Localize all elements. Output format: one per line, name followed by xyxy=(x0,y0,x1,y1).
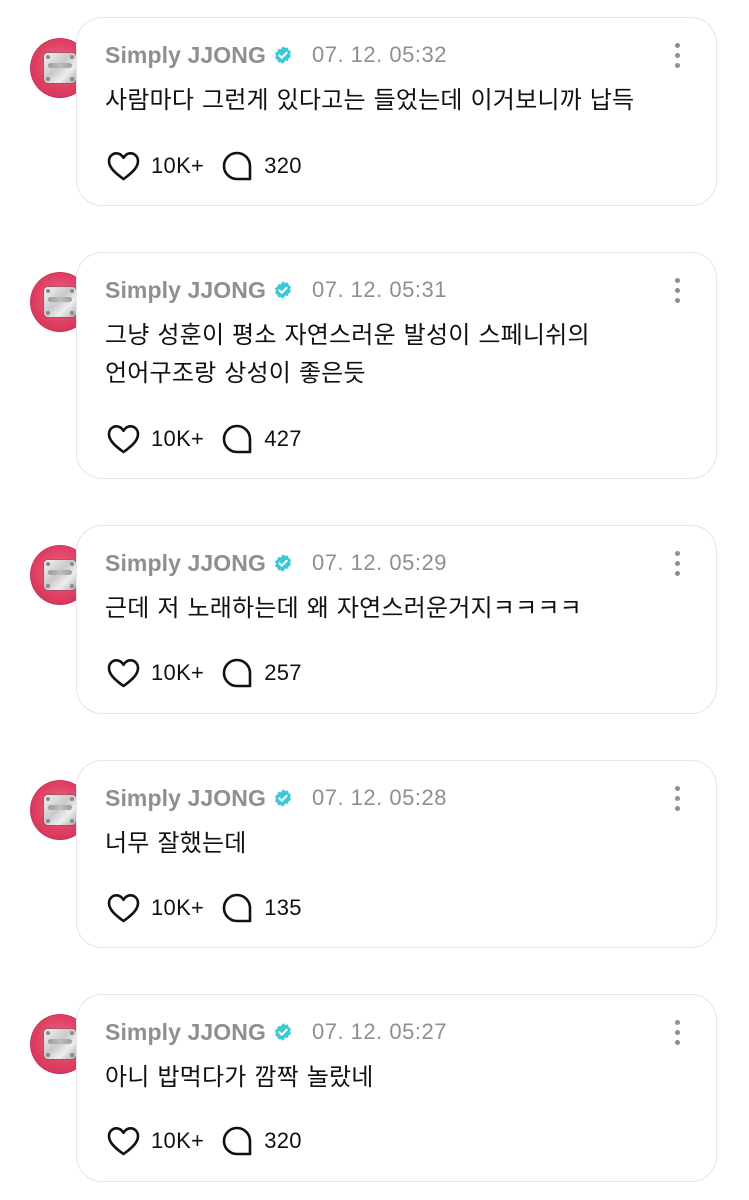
comment-button[interactable]: 257 xyxy=(221,657,302,689)
post-card[interactable]: Simply JJONG 07. 12. 05:27 아니 밥먹다가 깜짝 놀랐… xyxy=(76,994,717,1182)
speech-bubble-icon xyxy=(222,424,252,454)
verified-badge-icon xyxy=(275,281,291,299)
more-options-icon[interactable] xyxy=(672,1017,682,1047)
post-text: 그냥 성훈이 평소 자연스러운 발성이 스페니쉬의 언어구조랑 상성이 좋은듯 xyxy=(105,321,590,387)
comment-button[interactable]: 320 xyxy=(221,150,302,182)
post-header: Simply JJONG 07. 12. 05:28 xyxy=(105,783,447,813)
like-count: 10K+ xyxy=(151,426,205,451)
author-name[interactable]: Simply JJONG xyxy=(105,1019,266,1046)
post-header: Simply JJONG 07. 12. 05:29 xyxy=(105,548,447,578)
post-text: 아니 밥먹다가 깜짝 놀랐네 xyxy=(105,1063,374,1091)
more-options-icon[interactable] xyxy=(672,40,682,70)
more-options-icon[interactable] xyxy=(672,275,682,305)
post-text: 너무 잘했는데 xyxy=(105,829,247,857)
comment-button[interactable]: 320 xyxy=(221,1125,302,1157)
post-header: Simply JJONG 07. 12. 05:31 xyxy=(105,275,447,305)
post-header: Simply JJONG 07. 12. 05:32 xyxy=(105,40,447,70)
post-text: 근데 저 노래하는데 왜 자연스러운거지ㅋㅋㅋㅋ xyxy=(105,594,582,622)
author-name[interactable]: Simply JJONG xyxy=(105,550,266,577)
post-timestamp: 07. 12. 05:31 xyxy=(311,277,447,302)
post-card[interactable]: Simply JJONG 07. 12. 05:28 너무 잘했는데 10K+ … xyxy=(76,760,717,948)
speech-bubble-icon xyxy=(222,658,252,688)
like-count: 10K+ xyxy=(151,660,205,685)
like-button[interactable]: 10K+ xyxy=(107,658,204,688)
post-actions: 10K+ 257 xyxy=(107,655,302,691)
more-options-icon[interactable] xyxy=(672,783,682,813)
post-actions: 10K+ 427 xyxy=(107,421,302,457)
comment-count: 135 xyxy=(264,895,302,920)
post-actions: 10K+ 320 xyxy=(107,1123,302,1159)
post-card[interactable]: Simply JJONG 07. 12. 05:32 사람마다 그런게 있다고는… xyxy=(76,17,717,206)
like-button[interactable]: 10K+ xyxy=(107,151,204,181)
author-name[interactable]: Simply JJONG xyxy=(105,277,266,304)
post-card[interactable]: Simply JJONG 07. 12. 05:29 근데 저 노래하는데 왜 … xyxy=(76,525,717,714)
post-timestamp: 07. 12. 05:27 xyxy=(311,1019,447,1044)
verified-badge-icon xyxy=(275,554,291,572)
author-name[interactable]: Simply JJONG xyxy=(105,42,266,69)
verified-badge-icon xyxy=(275,46,291,64)
verified-badge-icon xyxy=(275,1023,291,1041)
post-timestamp: 07. 12. 05:29 xyxy=(311,550,447,575)
comment-button[interactable]: 427 xyxy=(221,423,302,455)
heart-icon xyxy=(107,425,140,454)
heart-icon xyxy=(107,894,140,923)
post-actions: 10K+ 135 xyxy=(107,890,302,926)
heart-icon xyxy=(107,1127,140,1156)
post-timestamp: 07. 12. 05:28 xyxy=(311,785,447,810)
like-count: 10K+ xyxy=(151,1128,205,1153)
speech-bubble-icon xyxy=(222,1126,252,1156)
post-actions: 10K+ 320 xyxy=(107,148,302,184)
heart-icon xyxy=(107,152,140,181)
post-card[interactable]: Simply JJONG 07. 12. 05:31 그냥 성훈이 평소 자연스… xyxy=(76,252,717,479)
comment-count: 427 xyxy=(264,426,302,451)
comment-count: 257 xyxy=(264,660,302,685)
like-count: 10K+ xyxy=(151,153,205,178)
speech-bubble-icon xyxy=(222,151,252,181)
like-count: 10K+ xyxy=(151,895,205,920)
comment-count: 320 xyxy=(264,153,302,178)
post-header: Simply JJONG 07. 12. 05:27 xyxy=(105,1017,447,1047)
comment-button[interactable]: 135 xyxy=(221,892,302,924)
author-name[interactable]: Simply JJONG xyxy=(105,785,266,812)
post-timestamp: 07. 12. 05:32 xyxy=(311,42,447,67)
like-button[interactable]: 10K+ xyxy=(107,1126,204,1156)
verified-badge-icon xyxy=(275,789,291,807)
heart-icon xyxy=(107,659,140,688)
speech-bubble-icon xyxy=(222,893,252,923)
like-button[interactable]: 10K+ xyxy=(107,893,204,923)
post-text: 사람마다 그런게 있다고는 들었는데 이거보니까 납득 xyxy=(105,86,635,114)
comment-count: 320 xyxy=(264,1128,302,1153)
like-button[interactable]: 10K+ xyxy=(107,424,204,454)
more-options-icon[interactable] xyxy=(672,548,682,578)
